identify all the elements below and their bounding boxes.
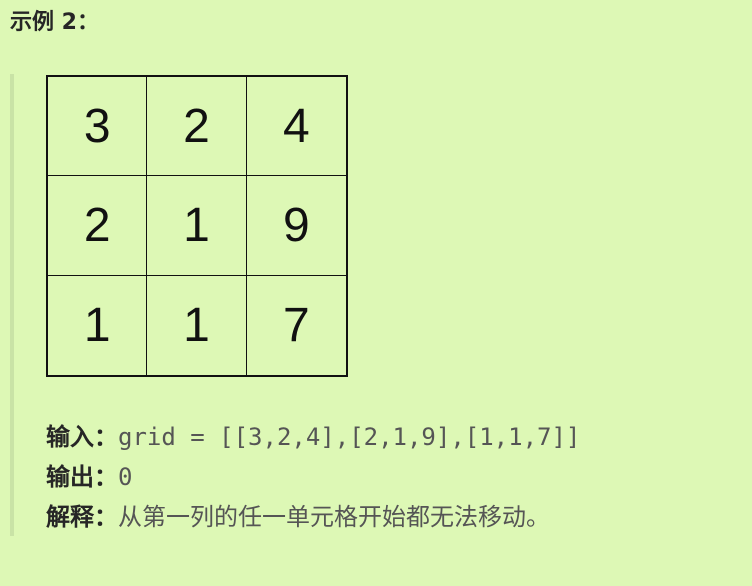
output-label: 输出： (46, 463, 118, 491)
input-label: 输入： (46, 423, 118, 451)
grid-cell: 3 (48, 77, 148, 177)
input-value: grid = [[3,2,4],[2,1,9],[1,1,7]] (118, 423, 581, 451)
grid-cell: 4 (246, 77, 346, 177)
grid-cell: 1 (48, 275, 148, 375)
blockquote-bar (10, 74, 14, 536)
example-title: 示例 2： (10, 10, 99, 35)
grid-cell: 1 (147, 275, 247, 375)
grid-cell: 9 (246, 176, 346, 276)
explanation-text: 从第一列的任一单元格开始都无法移动。 (118, 503, 550, 531)
grid-illustration: 3 2 4 2 1 9 1 1 7 (46, 75, 348, 377)
input-line: 输入：grid = [[3,2,4],[2,1,9],[1,1,7]] (46, 420, 580, 454)
output-value: 0 (118, 463, 133, 491)
grid-cell: 2 (48, 176, 148, 276)
grid-cell: 1 (147, 176, 247, 276)
explanation-label: 解释： (46, 503, 118, 531)
grid-cell: 2 (147, 77, 247, 177)
explanation-line: 解释：从第一列的任一单元格开始都无法移动。 (46, 500, 550, 534)
output-line: 输出：0 (46, 460, 132, 494)
grid-cell: 7 (282, 298, 310, 352)
